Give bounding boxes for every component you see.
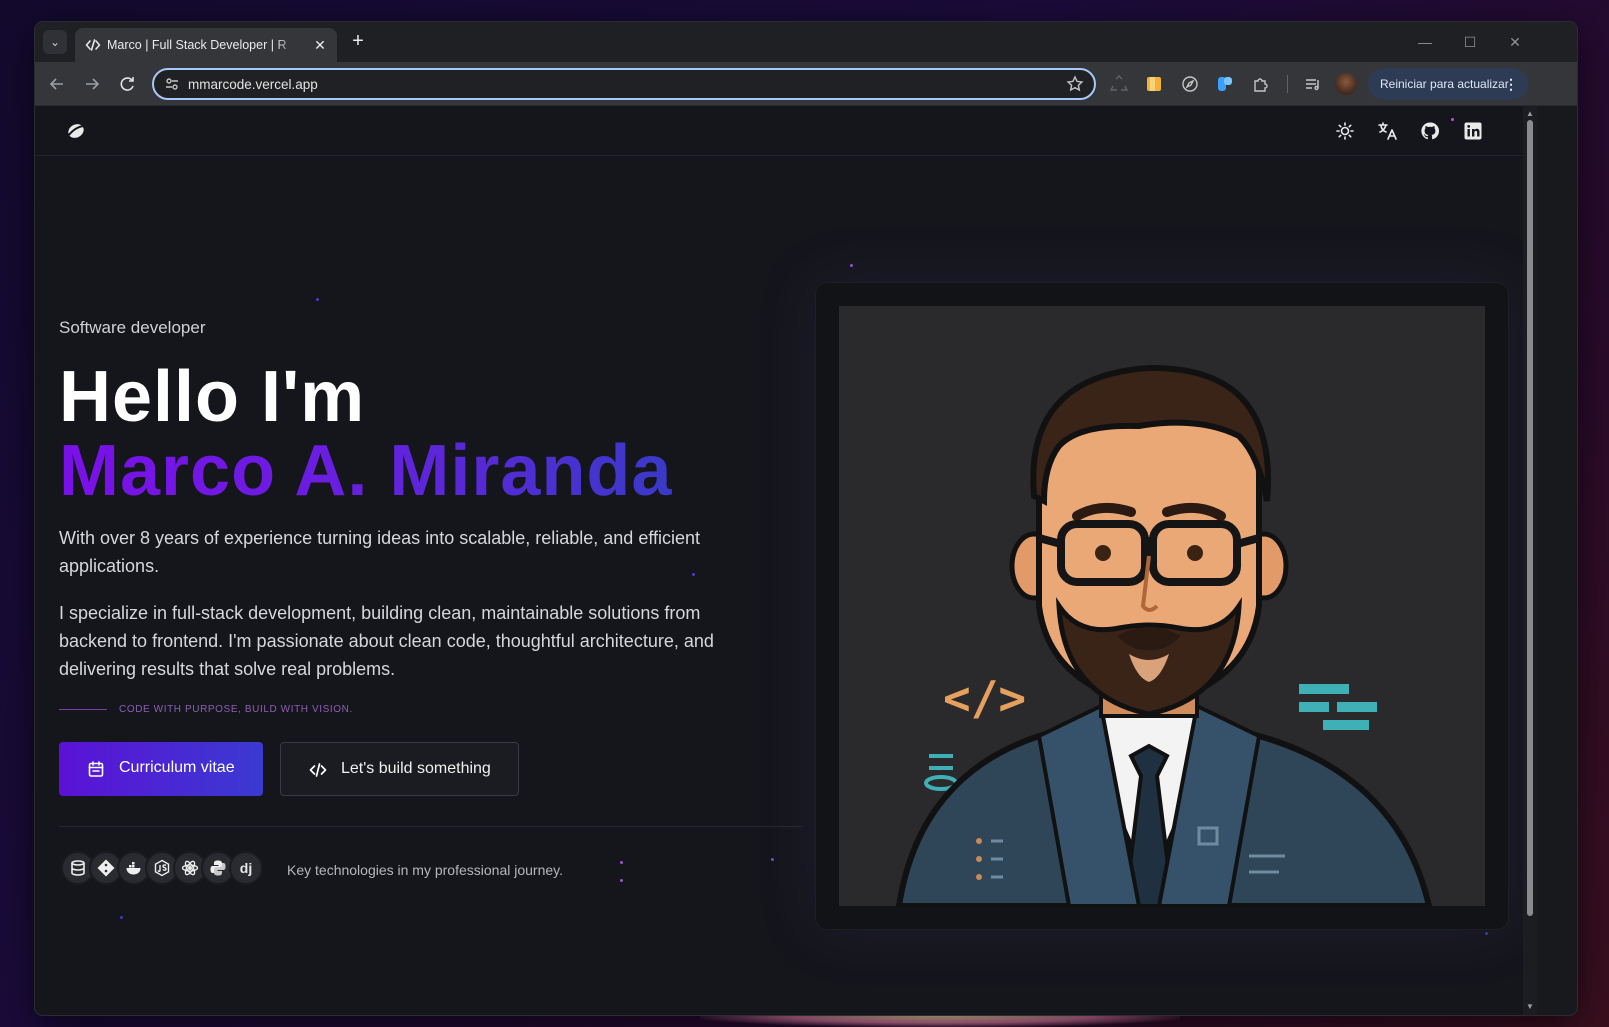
address-bar[interactable]: mmarcode.vercel.app — [152, 68, 1096, 100]
close-window-button[interactable]: ✕ — [1505, 32, 1525, 52]
extension-recycle-icon[interactable] — [1109, 74, 1129, 94]
scrollbar-thumb[interactable] — [1527, 120, 1533, 916]
github-icon[interactable] — [1420, 121, 1440, 141]
new-tab-button[interactable]: + — [347, 31, 369, 53]
particle — [620, 879, 623, 882]
contact-button-label: Let's build something — [341, 760, 491, 777]
hero-paragraph-2: I specialize in full-stack development, … — [59, 603, 714, 679]
avatar-illustration: </> — [895, 364, 1433, 906]
developer-portrait-illustration: </> — [839, 306, 1485, 906]
tech-caption: Key technologies in my professional jour… — [287, 862, 564, 878]
django-icon: dj — [229, 851, 263, 885]
more-menu-icon[interactable]: ⋮ — [1504, 68, 1518, 100]
close-icon[interactable]: ✕ — [311, 36, 329, 54]
back-icon[interactable] — [46, 73, 68, 95]
django-label: dj — [239, 860, 253, 876]
tech-stack: dj — [61, 851, 271, 887]
bars-icon — [1299, 684, 1377, 730]
code-icon — [309, 763, 327, 777]
scroll-up-arrow-icon[interactable]: ▲ — [1525, 109, 1535, 119]
particle — [771, 858, 774, 861]
hero-name: Marco A. Miranda — [59, 431, 673, 511]
stack-icon — [924, 754, 958, 791]
reload-icon[interactable] — [116, 73, 138, 95]
particle — [850, 264, 853, 267]
media-control-icon[interactable] — [1303, 74, 1323, 94]
extensions-puzzle-icon[interactable] — [1251, 74, 1271, 94]
tab-search-button[interactable]: ⌄ — [43, 30, 67, 54]
particle — [620, 861, 623, 864]
update-label: Reiniciar para actualizar — [1380, 77, 1509, 91]
chevron-down-icon: ⌄ — [49, 35, 61, 49]
browser-toolbar: mmarcode.vercel.app Reiniciar para actua… — [35, 62, 1577, 106]
forward-icon[interactable] — [81, 73, 103, 95]
particle — [316, 298, 319, 301]
cv-button[interactable]: Curriculum vitae — [59, 742, 263, 796]
tab-title: Marco | Full Stack Developer | R — [107, 38, 287, 52]
extension-blue-icon[interactable] — [1215, 74, 1235, 94]
extension-notes-icon[interactable] — [1144, 74, 1164, 94]
contact-button[interactable]: Let's build something — [280, 742, 519, 796]
linkedin-icon[interactable] — [1463, 121, 1483, 141]
extension-compass-icon[interactable] — [1180, 74, 1200, 94]
hero-greeting: Hello I'm — [59, 357, 366, 437]
particle — [1485, 932, 1488, 935]
web-page: Software developer Hello I'm Marco A. Mi… — [35, 106, 1523, 1015]
url-text: mmarcode.vercel.app — [188, 77, 318, 92]
update-restart-button[interactable]: Reiniciar para actualizar ⋮ — [1368, 68, 1528, 100]
logo-icon[interactable] — [65, 120, 87, 142]
site-settings-icon[interactable] — [164, 76, 180, 92]
motto: CODE WITH PURPOSE, BUILD WITH VISION. — [119, 704, 353, 715]
scroll-down-arrow-icon[interactable]: ▼ — [1525, 1002, 1535, 1012]
tab-active[interactable]: Marco | Full Stack Developer | R ✕ — [75, 28, 337, 62]
browser-window: ⌄ Marco | Full Stack Developer | R ✕ + —… — [35, 22, 1577, 1015]
code-icon — [85, 39, 101, 51]
theme-toggle-sun-icon[interactable] — [1335, 121, 1355, 141]
profile-avatar[interactable] — [1335, 73, 1357, 95]
hero-paragraph-1: With over 8 years of experience turning … — [59, 528, 701, 576]
calendar-icon — [88, 761, 104, 777]
page-scrollbar[interactable]: ▲ ▼ — [1523, 106, 1537, 1015]
code-tag-icon: </> — [943, 671, 1026, 725]
particle — [120, 916, 123, 919]
language-icon[interactable] — [1377, 121, 1397, 141]
bookmark-star-icon[interactable] — [1066, 75, 1084, 93]
cv-button-label: Curriculum vitae — [119, 759, 235, 776]
minimize-button[interactable]: — — [1415, 32, 1435, 52]
toolbar-separator — [1287, 75, 1288, 93]
portrait-frame: </> — [815, 282, 1509, 930]
section-divider — [59, 826, 803, 827]
motto-divider — [59, 709, 107, 710]
site-header — [35, 106, 1523, 156]
tab-strip: ⌄ Marco | Full Stack Developer | R ✕ + —… — [35, 22, 1577, 62]
hero-eyebrow: Software developer — [59, 318, 206, 337]
maximize-button[interactable]: ☐ — [1460, 32, 1480, 52]
